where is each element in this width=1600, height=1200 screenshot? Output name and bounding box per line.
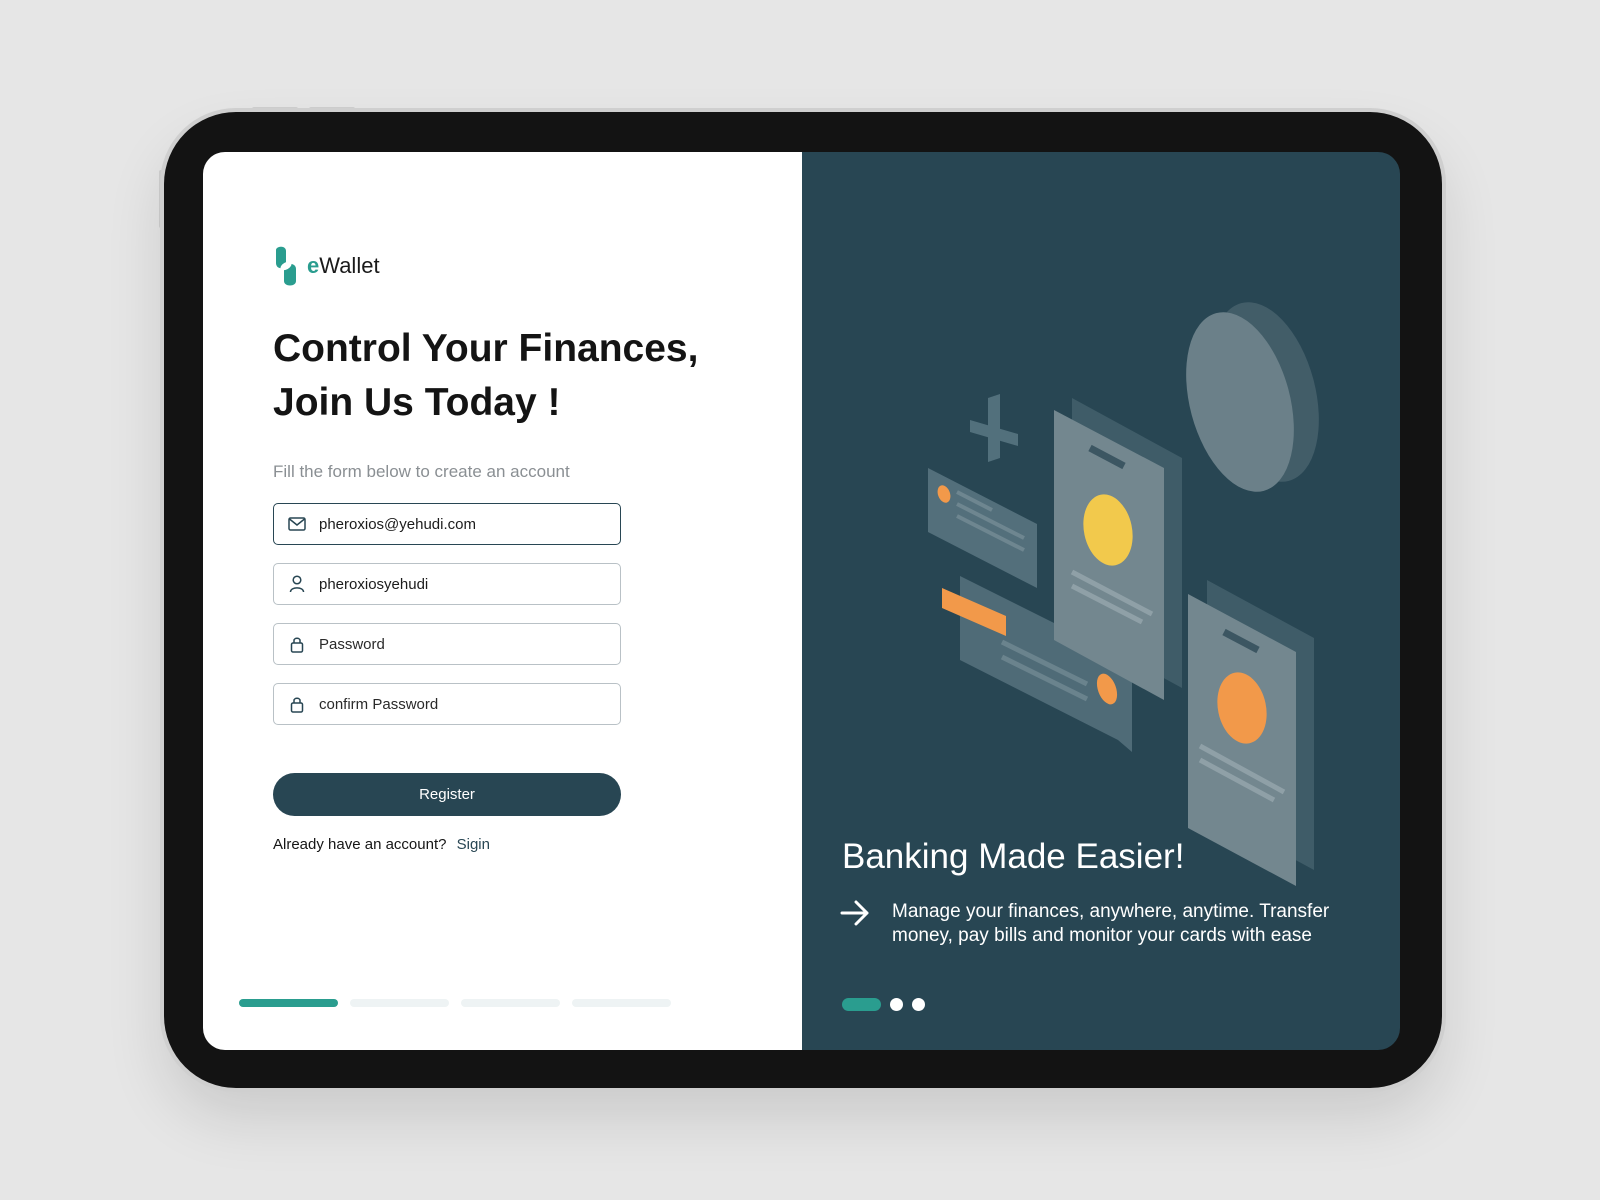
form-subtitle: Fill the form below to create an account (273, 462, 570, 481)
page-title: Control Your Finances, Join Us Today ! (273, 327, 699, 424)
signin-prompt: Already have an account? Sigin (273, 836, 490, 853)
app-screen: eWallet Control Your Finances, Join Us T… (203, 152, 1400, 1050)
carousel-indicators (842, 998, 925, 1011)
mail-icon (287, 514, 307, 534)
brand-name: eWallet (307, 253, 380, 278)
progress-steps (239, 999, 671, 1007)
register-button[interactable]: Register (273, 773, 621, 816)
password-field[interactable] (273, 623, 621, 665)
signin-link[interactable]: Sigin (457, 836, 490, 853)
register-panel: eWallet Control Your Finances, Join Us T… (203, 152, 802, 1050)
progress-step (461, 999, 560, 1007)
confirm-password-input[interactable] (319, 695, 609, 713)
lock-icon (287, 694, 307, 714)
lock-icon (287, 634, 307, 654)
email-input[interactable] (319, 515, 609, 533)
volume-button-2 (309, 107, 355, 111)
side-button (159, 170, 163, 228)
already-account-text: Already have an account? (273, 836, 447, 853)
carousel-indicator[interactable] (912, 998, 925, 1011)
email-field[interactable] (273, 503, 621, 545)
brand-logo: eWallet (273, 246, 380, 286)
progress-step (350, 999, 449, 1007)
promo-panel: Banking Made Easier! Manage your finance… (802, 152, 1400, 1050)
banner-text: Manage your finances, anywhere, anytime.… (892, 901, 1330, 946)
banner-title: Banking Made Easier! (842, 837, 1185, 876)
ewallet-logo-icon (276, 246, 296, 286)
plus-shape (970, 394, 1018, 462)
password-input[interactable] (319, 635, 609, 653)
volume-button-1 (252, 107, 298, 111)
progress-step (572, 999, 671, 1007)
carousel-indicator-active[interactable] (842, 998, 881, 1011)
confirm-password-field[interactable] (273, 683, 621, 725)
username-field[interactable] (273, 563, 621, 605)
arrow-right-icon (840, 900, 869, 926)
banner-description: Manage your finances, anywhere, anytime.… (840, 900, 1377, 948)
user-icon (287, 574, 307, 594)
carousel-indicator[interactable] (890, 998, 903, 1011)
progress-step (239, 999, 338, 1007)
username-input[interactable] (319, 575, 609, 593)
